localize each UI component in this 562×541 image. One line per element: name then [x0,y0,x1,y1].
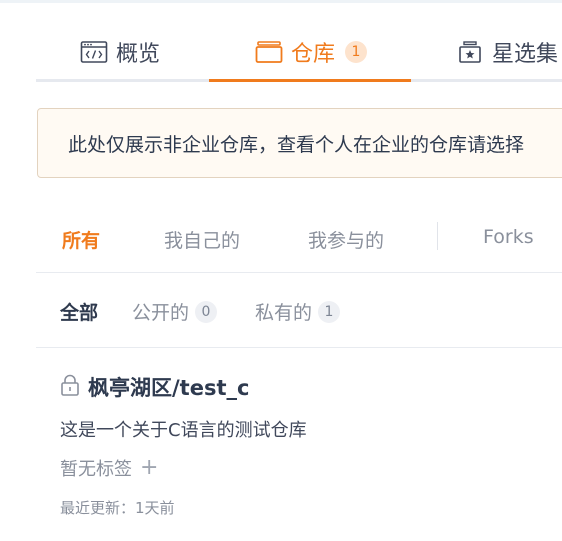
repo-tags: 暂无标签 + [60,455,560,481]
public-count-badge: 0 [195,300,218,323]
code-window-icon [80,39,108,65]
tab-stars[interactable]: 星选集 [456,24,558,79]
filter-divider [437,222,438,250]
filter-joined[interactable]: 我参与的 [308,226,384,253]
visibility-public-label: 公开的 [132,302,190,324]
repo-box-icon [255,39,283,65]
repo-name-link[interactable]: 枫亭湖区/test_c [88,372,249,402]
repo-filter-tabs: 所有 我自己的 我参与的 Forks [36,210,562,273]
filter-mine[interactable]: 我自己的 [164,226,240,253]
add-tag-button[interactable]: + [140,457,158,479]
filter-all[interactable]: 所有 [62,226,100,253]
repo-description: 这是一个关于C语言的测试仓库 [60,420,307,441]
repo-updated-time: 最近更新：1天前 [60,499,175,517]
repo-title-row: 枫亭湖区/test_c [60,372,560,402]
tab-overview-label: 概览 [116,41,161,67]
enterprise-notice: 此处仅展示非企业仓库，查看个人在企业的仓库请选择 [37,108,562,178]
repo-list-item: 枫亭湖区/test_c 这是一个关于C语言的测试仓库 暂无标签 + 最近更新：1… [60,372,560,518]
visibility-filter: 全部 公开的 0 私有的 1 [36,272,562,348]
top-border [0,0,562,3]
visibility-public[interactable]: 公开的 0 [132,298,218,325]
active-tab-indicator [209,79,411,82]
tab-overview[interactable]: 概览 [80,24,160,79]
lock-icon [60,374,80,400]
tab-stars-label: 星选集 [492,41,559,67]
tab-repos[interactable]: 仓库 1 [255,24,368,79]
notice-text: 此处仅展示非企业仓库，查看个人在企业的仓库请选择 [68,133,525,156]
tab-repos-label: 仓库 [291,41,336,67]
no-tags-text: 暂无标签 [60,459,132,480]
visibility-all[interactable]: 全部 [60,298,98,325]
repo-count-badge: 1 [345,40,368,63]
visibility-all-label: 全部 [60,302,99,324]
filter-forks[interactable]: Forks [483,226,534,248]
visibility-private-label: 私有的 [255,302,313,324]
main-tabs: 概览 仓库 1 星选集 [36,24,562,82]
visibility-private[interactable]: 私有的 1 [255,298,341,325]
private-count-badge: 1 [318,300,341,323]
star-collection-icon [456,39,484,65]
